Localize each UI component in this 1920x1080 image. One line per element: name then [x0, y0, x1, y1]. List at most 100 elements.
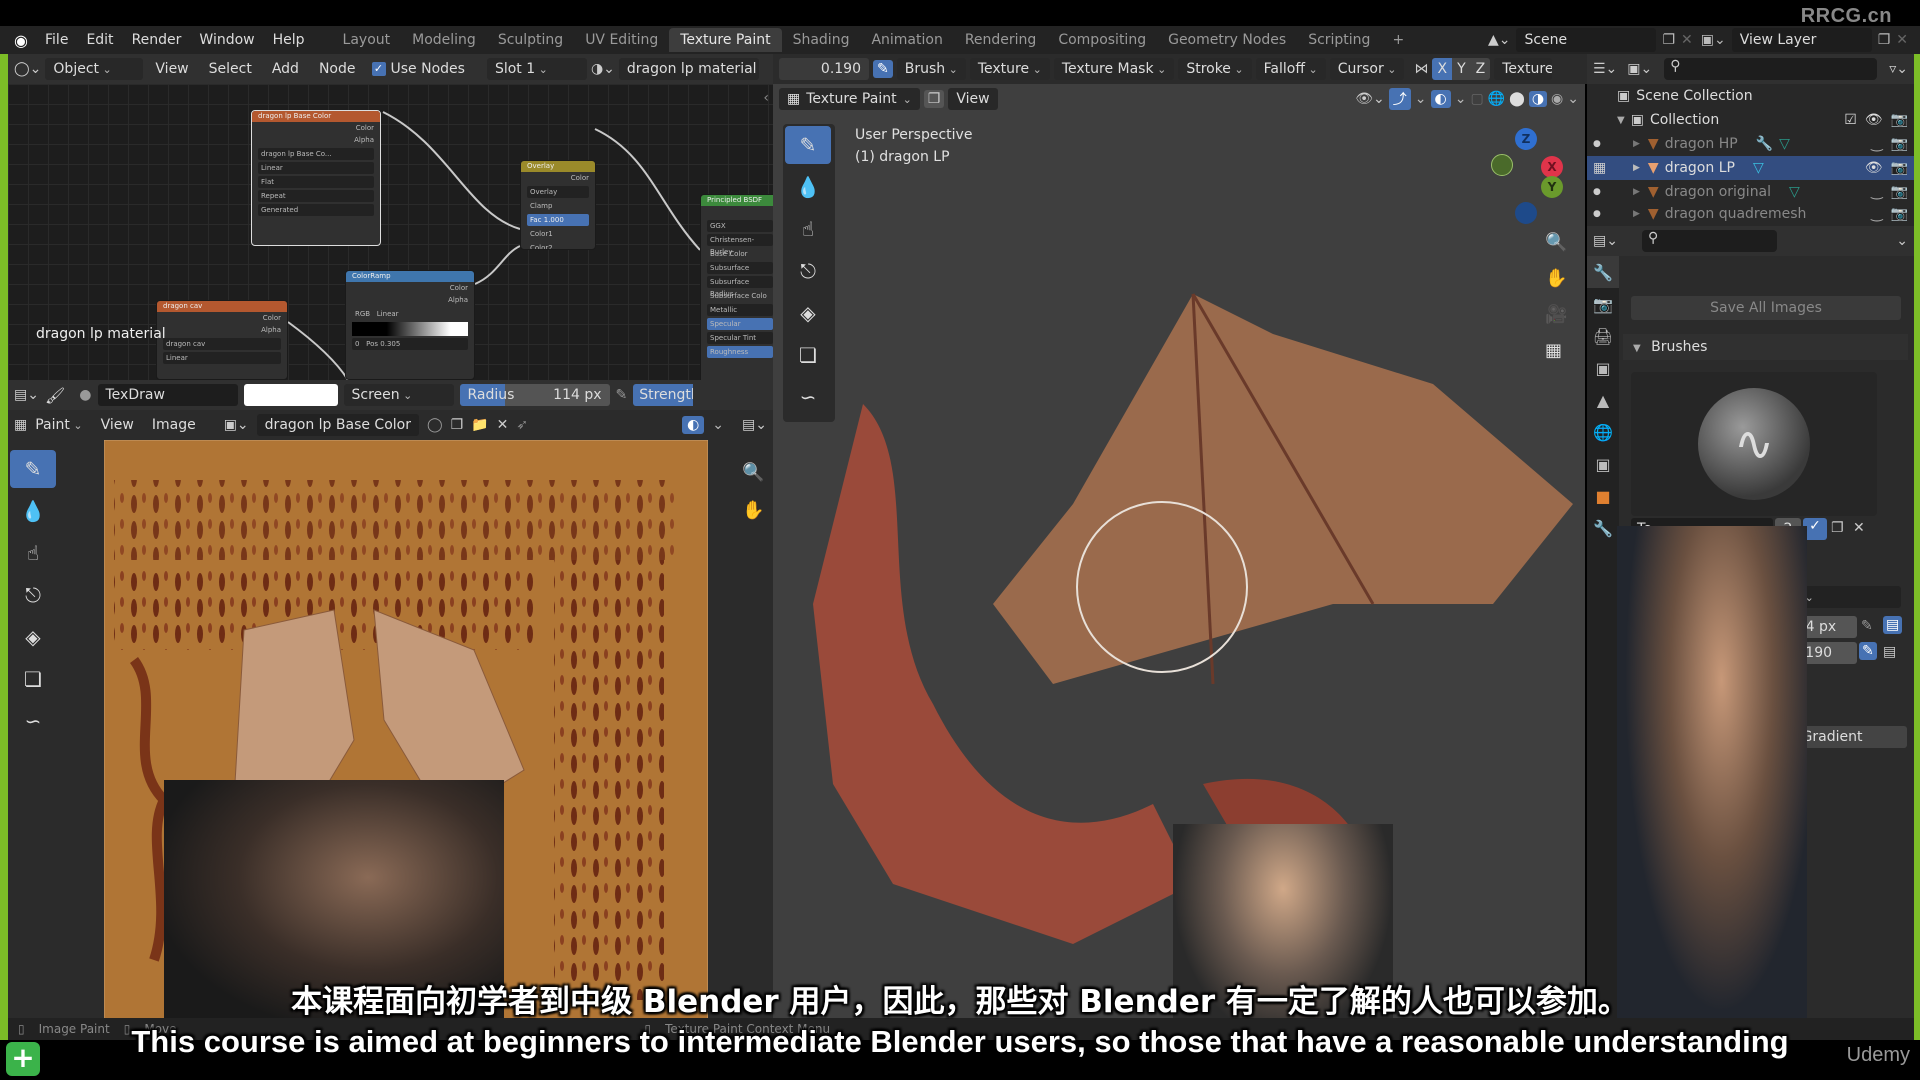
- strength-field[interactable]: 0.190: [779, 58, 869, 80]
- expand-arrow-icon[interactable]: ▶: [1633, 187, 1640, 197]
- cursor-menu[interactable]: Cursor: [1329, 58, 1405, 80]
- outliner-search-input[interactable]: ⚲: [1664, 58, 1878, 80]
- render-camera-icon[interactable]: 📷: [1891, 136, 1908, 152]
- node-overlay[interactable]: Overlay Color Overlay Clamp Fac 1.000 Co…: [520, 160, 596, 250]
- texture-menu[interactable]: Texture: [969, 58, 1050, 80]
- socket-base-color[interactable]: Base Color: [707, 248, 773, 260]
- socket-alpha[interactable]: Alpha: [252, 134, 380, 146]
- tab-scripting[interactable]: Scripting: [1297, 28, 1381, 52]
- brush-menu[interactable]: Brush: [896, 58, 966, 80]
- outliner-item-dragon-original[interactable]: ● ▶ ▼ dragon original ▽ ‿ 📷: [1587, 180, 1914, 204]
- radius-unified-icon[interactable]: ▤: [1883, 616, 1903, 634]
- filter-view-layer-icon[interactable]: ▣⌄: [1627, 61, 1652, 77]
- menu-add[interactable]: Add: [264, 58, 307, 80]
- annotate-tool-icon[interactable]: ∽: [10, 702, 56, 740]
- gizmo-x-axis[interactable]: X: [1541, 156, 1563, 178]
- gizmo-neg-z[interactable]: [1515, 202, 1537, 224]
- outliner-item-dragon-hp[interactable]: ● ▶ ▼ dragon HP 🔧 ▽ ‿ 📷: [1587, 132, 1914, 156]
- blend-mode-dropdown[interactable]: Screen: [343, 384, 454, 406]
- socket-color[interactable]: Color: [346, 282, 474, 294]
- modifier-tab-icon[interactable]: 🔧: [1587, 512, 1619, 544]
- interpolation[interactable]: Linear: [377, 310, 399, 318]
- collection-tab-icon[interactable]: ▣: [1587, 448, 1619, 480]
- save-all-images-button[interactable]: Save All Images: [1631, 296, 1901, 320]
- material-field[interactable]: dragon lp material: [618, 58, 759, 80]
- metallic-field[interactable]: Metallic: [707, 304, 773, 316]
- outliner-scene-collection[interactable]: ▣ Scene Collection: [1587, 84, 1914, 108]
- distribution-dropdown[interactable]: GGX: [707, 220, 773, 232]
- exclude-checkbox[interactable]: ☑: [1844, 112, 1857, 128]
- falloff-menu[interactable]: Falloff: [1255, 58, 1326, 80]
- colorramp-mode-row[interactable]: RGB Linear: [352, 308, 468, 320]
- node-colorramp[interactable]: ColorRamp Color Alpha RGB Linear 0 Pos 0…: [345, 270, 475, 380]
- projection-dropdown[interactable]: Flat: [258, 176, 374, 188]
- overlay-toggle-icon[interactable]: ◐: [682, 416, 705, 434]
- clone-tool-icon[interactable]: ⎋: [10, 576, 56, 614]
- brushes-panel-header[interactable]: ▼ Brushes: [1623, 334, 1908, 360]
- clamp-checkbox[interactable]: Clamp: [527, 200, 589, 212]
- view-layer-field[interactable]: View Layer: [1731, 28, 1872, 52]
- menu-edit[interactable]: Edit: [77, 32, 122, 48]
- object-tab-icon[interactable]: ■: [1587, 480, 1619, 512]
- socket-color[interactable]: Color: [252, 122, 380, 134]
- scene-selector-icon[interactable]: ▲⌄: [1488, 32, 1511, 48]
- render-camera-icon[interactable]: 📷: [1891, 160, 1908, 176]
- mirror-x-toggle[interactable]: X: [1432, 58, 1453, 80]
- render-camera-icon[interactable]: 📷: [1891, 206, 1908, 222]
- image-field[interactable]: dragon lp Base Co...: [258, 148, 374, 160]
- editor-type-icon[interactable]: ▤⌄: [1593, 233, 1618, 249]
- tab-texture-paint[interactable]: Texture Paint: [669, 28, 782, 52]
- fac-field[interactable]: Fac 1.000: [527, 214, 589, 226]
- expand-arrow-icon[interactable]: ▶: [1633, 163, 1640, 173]
- brush-color-swatch[interactable]: [243, 384, 338, 406]
- menu-image[interactable]: Image: [152, 417, 196, 433]
- overlay-dropdown-icon[interactable]: ⌄: [712, 417, 724, 433]
- menu-view[interactable]: View: [101, 417, 134, 433]
- display-channels-icon[interactable]: ▤⌄: [742, 417, 767, 433]
- colorramp-pos-row[interactable]: 0 Pos 0.305: [352, 338, 468, 350]
- tab-sculpting[interactable]: Sculpting: [487, 28, 574, 52]
- image-field[interactable]: dragon cav: [163, 338, 281, 350]
- radius-slider[interactable]: Radius 114 px: [459, 384, 610, 406]
- roughness-field[interactable]: Roughness: [707, 346, 773, 358]
- mask-tool-icon[interactable]: ❏: [10, 660, 56, 698]
- unlink-brush-icon[interactable]: ✕: [1853, 520, 1865, 536]
- draw-tool-icon[interactable]: ✎: [10, 450, 56, 488]
- collapse-sidebar-icon[interactable]: ‹: [763, 90, 769, 106]
- smear-tool-icon[interactable]: ☝: [10, 534, 56, 572]
- socket-alpha[interactable]: Alpha: [346, 294, 474, 306]
- expand-arrow-icon[interactable]: ▶: [1633, 139, 1640, 149]
- paint-mode-dropdown[interactable]: Paint: [35, 417, 82, 433]
- tab-compositing[interactable]: Compositing: [1047, 28, 1157, 52]
- specular-field[interactable]: Specular: [707, 318, 773, 330]
- node-image-texture-base-color[interactable]: dragon lp Base Color Color Alpha dragon …: [251, 110, 381, 246]
- use-nodes-checkbox[interactable]: ✓ Use Nodes: [371, 61, 465, 77]
- fake-user-icon[interactable]: ◯: [427, 417, 443, 433]
- outliner-item-dragon-quadremesh[interactable]: ● ▶ ▼ dragon quadremesh ‿ 📷: [1587, 204, 1914, 224]
- tab-layout[interactable]: Layout: [332, 28, 402, 52]
- view-layer-icon[interactable]: ▣⌄: [1701, 32, 1726, 48]
- hidden-eye-icon[interactable]: ‿: [1871, 136, 1882, 152]
- scene-field[interactable]: Scene: [1516, 28, 1657, 52]
- options-dropdown-icon[interactable]: ⌄: [1896, 233, 1908, 249]
- subsurface-field[interactable]: Subsurface: [707, 262, 773, 274]
- hidden-eye-icon[interactable]: ‿: [1871, 184, 1882, 200]
- soften-tool-icon[interactable]: 💧: [10, 492, 56, 530]
- delete-scene-icon[interactable]: ✕: [1681, 32, 1693, 48]
- add-workspace-button[interactable]: +: [1381, 28, 1415, 52]
- material-browse-icon[interactable]: ◑⌄: [591, 61, 615, 77]
- brush-preview-thumbnail[interactable]: ∿: [1631, 372, 1877, 516]
- object-mode-dropdown[interactable]: Object: [45, 58, 144, 80]
- mirror-z-toggle[interactable]: Z: [1470, 58, 1491, 80]
- visibility-eye-icon[interactable]: 👁: [1865, 112, 1883, 128]
- strength-pressure-icon[interactable]: ✎: [1859, 642, 1877, 660]
- expand-arrow-icon[interactable]: ▶: [1633, 209, 1640, 219]
- duplicate-brush-icon[interactable]: ❐: [1831, 520, 1844, 536]
- tab-rendering[interactable]: Rendering: [954, 28, 1048, 52]
- socket-alpha[interactable]: Alpha: [157, 324, 287, 336]
- open-image-icon[interactable]: 📁: [471, 417, 488, 433]
- scene-tab-icon[interactable]: ▲: [1587, 384, 1619, 416]
- menu-render[interactable]: Render: [123, 32, 191, 48]
- ortho-toggle-icon[interactable]: ▦: [1545, 340, 1562, 361]
- subsurface-method-dropdown[interactable]: Christensen-Burley: [707, 234, 773, 256]
